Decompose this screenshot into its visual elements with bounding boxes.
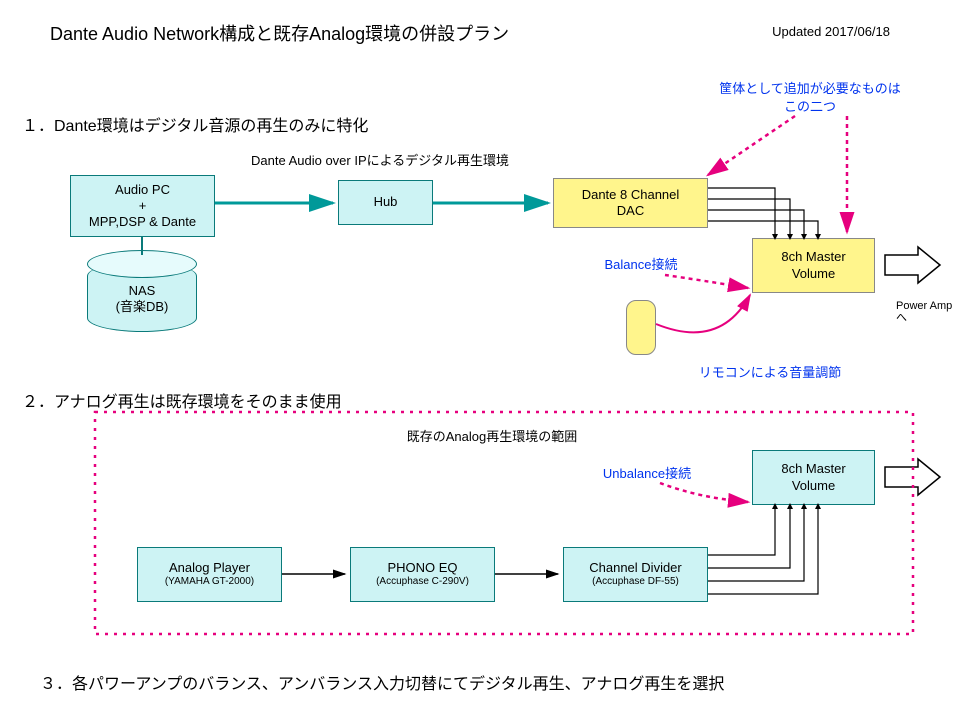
connectors-layer <box>0 0 960 720</box>
